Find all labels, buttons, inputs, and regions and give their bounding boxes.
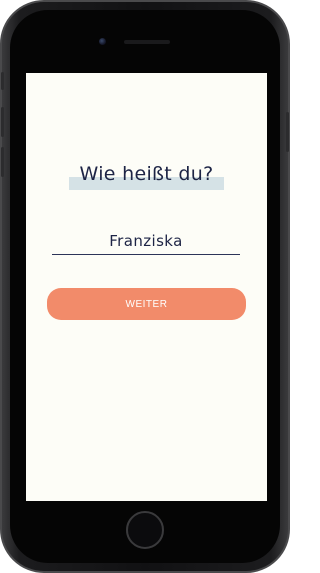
name-input[interactable] — [52, 231, 240, 255]
phone-frame: Wie heißt du? WEITER — [0, 0, 290, 573]
home-button[interactable] — [126, 511, 164, 549]
silent-switch — [1, 72, 4, 90]
app-screen: Wie heißt du? WEITER — [26, 73, 267, 501]
page-title: Wie heißt du? — [79, 163, 214, 185]
title-container: Wie heißt du? — [26, 163, 267, 185]
volume-up-button — [1, 107, 4, 137]
volume-down-button — [1, 147, 4, 177]
earpiece-speaker — [124, 40, 170, 44]
weiter-button[interactable]: WEITER — [47, 288, 246, 320]
power-button — [286, 112, 289, 152]
weiter-button-label: WEITER — [125, 298, 168, 310]
front-camera-icon — [99, 38, 106, 45]
